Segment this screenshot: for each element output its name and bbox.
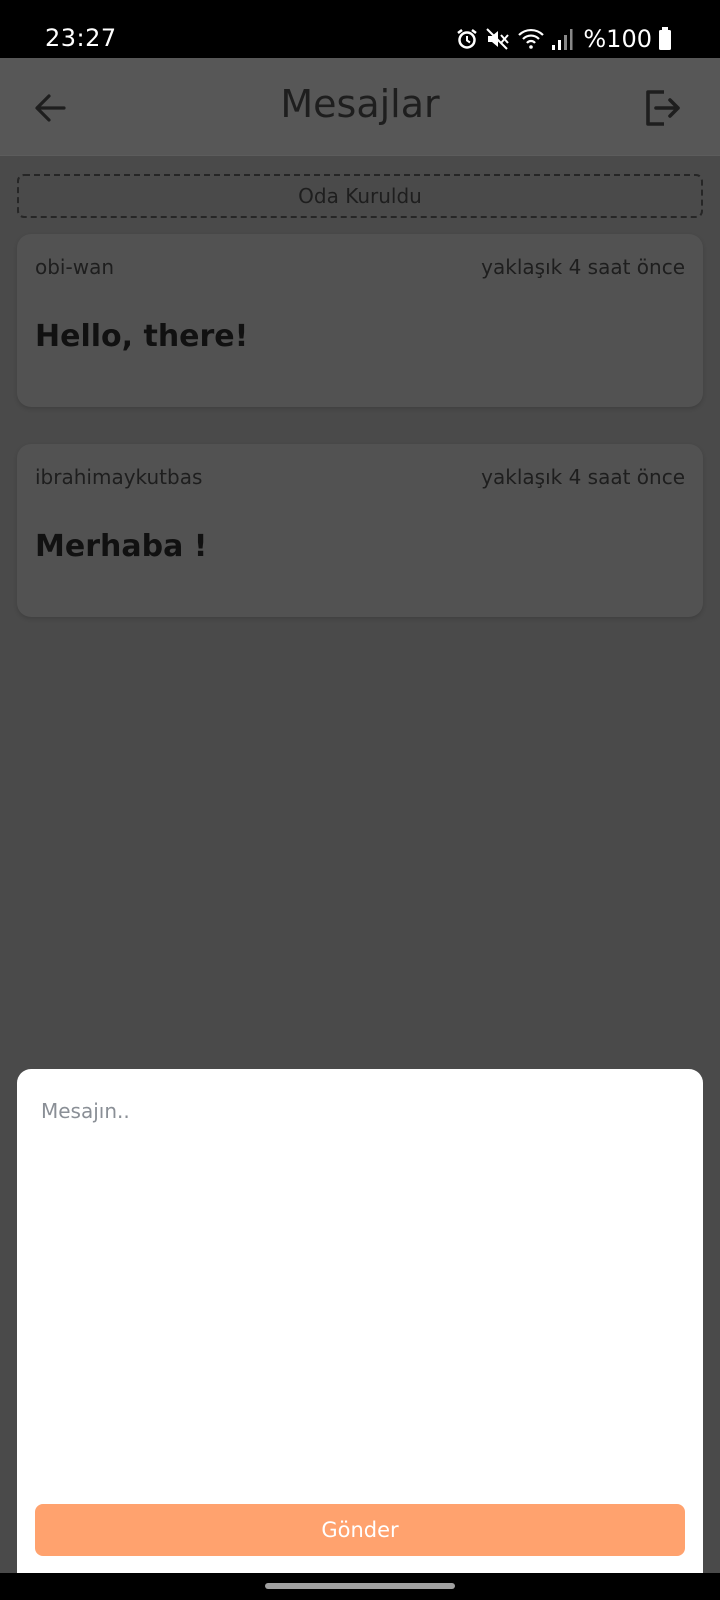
logout-icon[interactable] [640, 86, 684, 130]
message-timestamp: yaklaşık 4 saat önce [481, 465, 685, 489]
message-timestamp: yaklaşık 4 saat önce [481, 255, 685, 279]
wifi-icon [518, 28, 545, 49]
message-text: Hello, there! [35, 319, 249, 354]
page-title: Mesajlar [280, 82, 440, 126]
navigation-bar [0, 1573, 720, 1600]
message-author: ibrahimaykutbas [35, 465, 203, 489]
message-text: Merhaba ! [35, 529, 208, 564]
home-indicator[interactable] [265, 1583, 455, 1589]
room-created-banner: Oda Kuruldu [17, 174, 703, 218]
battery-icon [659, 27, 671, 50]
alarm-icon [457, 29, 478, 49]
message-card: ibrahimaykutbas yaklaşık 4 saat önce Mer… [17, 444, 703, 617]
send-button[interactable]: Gönder [35, 1504, 685, 1556]
message-card: obi-wan yaklaşık 4 saat önce Hello, ther… [17, 234, 703, 407]
status-icons: %100 [455, 24, 672, 54]
signal-icon [552, 29, 573, 50]
message-author: obi-wan [35, 255, 114, 279]
message-composer-sheet: Gönder [17, 1069, 703, 1574]
battery-level: %100 [583, 25, 652, 53]
top-app-bar: Mesajlar [0, 58, 720, 156]
status-time: 23:27 [45, 24, 117, 52]
mute-icon [486, 28, 510, 50]
message-input[interactable] [41, 1099, 681, 1459]
status-bar: 23:27 %100 [0, 0, 720, 58]
